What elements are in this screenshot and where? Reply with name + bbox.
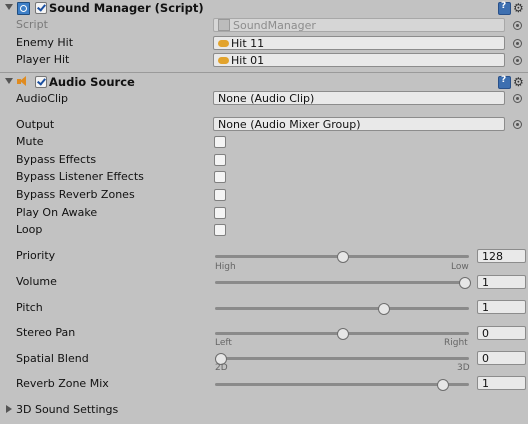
script-field: SoundManager [213,18,505,32]
pitch-slider-thumb[interactable] [377,303,390,315]
stereo-pan-slider-thumb[interactable] [337,328,349,340]
bypass-reverb-zones-label: Bypass Reverb Zones [16,188,135,201]
stereo-pan-max-caption: Right [444,338,468,348]
enemy-hit-label: Enemy Hit [16,36,74,49]
bypass-listener-effects-label: Bypass Listener Effects [16,170,144,183]
speaker-icon [17,76,30,87]
loop-label: Loop [16,223,43,236]
enemy-hit-value: Hit 11 [231,37,265,50]
3d-sound-settings-foldout[interactable]: 3D Sound Settings [0,401,528,417]
spatial-blend-slider[interactable] [215,357,469,360]
sound-manager-title: Sound Manager (Script) [49,1,204,15]
output-label: Output [16,118,55,131]
script-label: Script [16,18,48,31]
pitch-input[interactable]: 1 [477,300,526,314]
player-hit-label: Player Hit [16,53,70,66]
script-field-value: SoundManager [233,19,316,32]
stereo-pan-min-caption: Left [215,338,232,348]
priority-slider-thumb[interactable] [337,251,349,263]
priority-min-caption: High [215,262,236,272]
object-picker-icon[interactable] [513,94,522,103]
reverb-zone-mix-slider-thumb[interactable] [436,379,449,391]
mute-label: Mute [16,135,44,148]
volume-slider[interactable] [215,281,469,284]
audio-clip-field[interactable]: None (Audio Clip) [213,91,505,105]
object-picker-icon[interactable] [513,56,522,65]
player-hit-value: Hit 01 [231,54,265,67]
audio-clip-icon [218,56,229,64]
foldout-arrow-icon[interactable] [5,4,13,10]
help-icon[interactable] [498,75,511,89]
volume-slider-thumb[interactable] [459,277,471,289]
reverb-zone-mix-slider[interactable] [215,383,469,386]
object-picker-icon[interactable] [513,39,522,48]
play-on-awake-label: Play On Awake [16,206,98,219]
player-hit-field[interactable]: Hit 01 [213,53,505,67]
object-picker-icon [513,21,522,30]
priority-input[interactable]: 128 [477,249,526,263]
help-icon[interactable] [498,1,511,15]
volume-label: Volume [16,275,57,288]
output-field[interactable]: None (Audio Mixer Group) [213,117,505,131]
priority-label: Priority [16,249,56,262]
stereo-pan-label: Stereo Pan [16,326,76,339]
pitch-label: Pitch [16,301,43,314]
sound-manager-enabled-checkbox[interactable] [35,2,47,14]
script-icon [17,2,30,15]
foldout-arrow-icon[interactable] [6,405,12,413]
stereo-pan-input[interactable]: 0 [477,326,526,340]
spatial-blend-input[interactable]: 0 [477,351,526,365]
sound-manager-header[interactable]: Sound Manager (Script) ⚙ [0,0,528,16]
reverb-zone-mix-label: Reverb Zone Mix [16,377,109,390]
reverb-zone-mix-input[interactable]: 1 [477,376,526,390]
play-on-awake-checkbox[interactable] [214,207,226,219]
gear-icon[interactable]: ⚙ [513,2,524,14]
spatial-blend-label: Spatial Blend [16,352,89,365]
bypass-effects-label: Bypass Effects [16,153,97,166]
gear-icon[interactable]: ⚙ [513,76,524,88]
object-picker-icon[interactable] [513,120,522,129]
volume-input[interactable]: 1 [477,275,526,289]
audio-clip-icon [218,39,229,47]
priority-max-caption: Low [451,262,469,272]
3d-sound-settings-label: 3D Sound Settings [16,403,119,416]
audio-source-header[interactable]: Audio Source ⚙ [0,72,528,89]
audio-clip-label: AudioClip [16,92,69,105]
loop-checkbox[interactable] [214,224,226,236]
inspector-panel: Sound Manager (Script) ⚙ Script SoundMan… [0,0,528,424]
mute-checkbox[interactable] [214,136,226,148]
bypass-listener-effects-checkbox[interactable] [214,171,226,183]
foldout-arrow-icon[interactable] [5,78,13,84]
audio-source-title: Audio Source [49,75,135,89]
spatial-blend-min-caption: 2D [215,363,228,373]
pitch-slider[interactable] [215,307,469,310]
audio-source-enabled-checkbox[interactable] [35,76,47,88]
bypass-effects-checkbox[interactable] [214,154,226,166]
bypass-reverb-zones-checkbox[interactable] [214,189,226,201]
spatial-blend-max-caption: 3D [457,363,470,373]
enemy-hit-field[interactable]: Hit 11 [213,36,505,50]
script-file-icon [218,19,230,31]
